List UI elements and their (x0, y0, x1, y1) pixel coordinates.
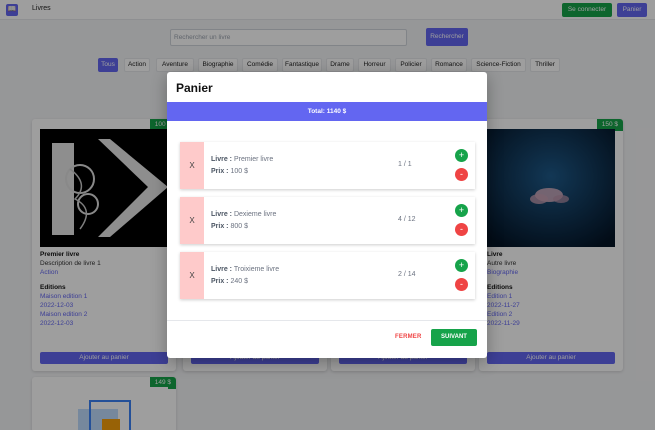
decrease-quantity-button[interactable]: - (455, 223, 468, 236)
quantity-indicator: 1 / 1 (398, 161, 412, 168)
remove-item-button[interactable]: X (180, 197, 204, 244)
book-label: Livre : (211, 211, 233, 218)
cart-total-bar: Total: 1140 $ (167, 102, 487, 121)
book-name: Troixieme livre (233, 266, 280, 273)
remove-item-button[interactable]: X (180, 142, 204, 189)
book-name: Premier livre (233, 156, 274, 163)
next-button[interactable]: SUIVANT (431, 329, 477, 346)
book-price: 100 $ (230, 168, 248, 175)
cart-item: X Livre : Premier livre Prix : 100 $ 1 /… (180, 142, 475, 189)
close-button[interactable]: FERMER (395, 334, 422, 340)
cart-modal: Panier Total: 1140 $ X Livre : Premier l… (167, 72, 487, 358)
book-price: 240 $ (230, 278, 248, 285)
price-label: Prix : (211, 168, 229, 175)
cart-item: X Livre : Troixieme livre Prix : 240 $ 2… (180, 252, 475, 299)
quantity-indicator: 2 / 14 (398, 271, 416, 278)
modal-title: Panier (176, 81, 213, 95)
cart-item: X Livre : Dexieme livre Prix : 800 $ 4 /… (180, 197, 475, 244)
book-label: Livre : (211, 266, 233, 273)
cart-item-info: Livre : Premier livre Prix : 100 $ (211, 154, 273, 178)
cart-item-info: Livre : Troixieme livre Prix : 240 $ (211, 264, 279, 288)
modal-footer-divider (167, 320, 487, 321)
increase-quantity-button[interactable]: + (455, 149, 468, 162)
increase-quantity-button[interactable]: + (455, 259, 468, 272)
quantity-indicator: 4 / 12 (398, 216, 416, 223)
book-price: 800 $ (230, 223, 248, 230)
decrease-quantity-button[interactable]: - (455, 278, 468, 291)
book-label: Livre : (211, 156, 233, 163)
increase-quantity-button[interactable]: + (455, 204, 468, 217)
book-name: Dexieme livre (233, 211, 277, 218)
cart-item-info: Livre : Dexieme livre Prix : 800 $ (211, 209, 276, 233)
decrease-quantity-button[interactable]: - (455, 168, 468, 181)
price-label: Prix : (211, 278, 229, 285)
price-label: Prix : (211, 223, 229, 230)
remove-item-button[interactable]: X (180, 252, 204, 299)
